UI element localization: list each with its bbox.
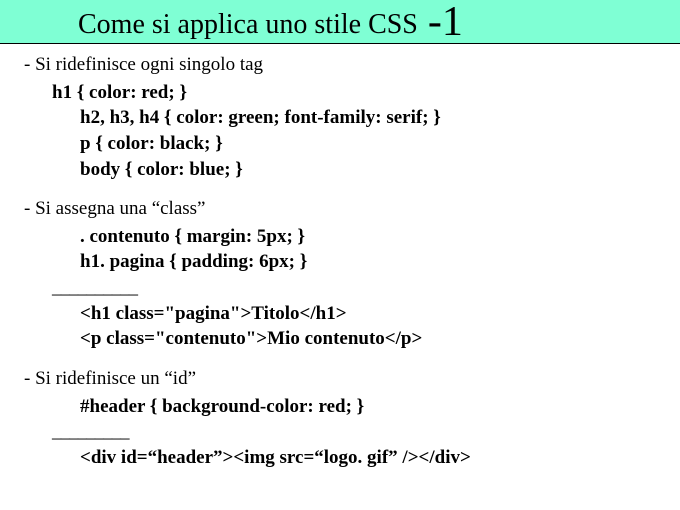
- slide-title-bar: Come si applica uno stile CSS -1: [0, 0, 680, 44]
- section-2-heading: - Si assegna una “class”: [24, 196, 680, 222]
- section-1-heading: - Si ridefinisce ogni singolo tag: [24, 52, 680, 78]
- code-line: h2, h3, h4 { color: green; font-family: …: [80, 105, 680, 131]
- code-line: p { color: black; }: [80, 131, 680, 157]
- code-line: <div id=“header”><img src=“logo. gif” />…: [80, 445, 680, 471]
- slide-title: Come si applica uno stile CSS: [78, 9, 418, 41]
- slide-content: - Si ridefinisce ogni singolo tag h1 { c…: [0, 44, 680, 471]
- code-line: . contenuto { margin: 5px; }: [80, 224, 680, 250]
- code-line: <h1 class="pagina">Titolo</h1>: [80, 301, 680, 327]
- code-line: #header { background-color: red; }: [80, 394, 680, 420]
- section-3-heading: - Si ridefinisce un “id”: [24, 366, 680, 392]
- slide-title-suffix: -1: [428, 6, 463, 40]
- code-line: body { color: blue; }: [80, 157, 680, 183]
- separator-line: _________: [52, 419, 680, 445]
- code-line: h1. pagina { padding: 6px; }: [80, 249, 680, 275]
- code-line: <p class="contenuto">Mio contenuto</p>: [80, 326, 680, 352]
- separator-line: __________: [52, 275, 680, 301]
- code-line: h1 { color: red; }: [52, 80, 680, 106]
